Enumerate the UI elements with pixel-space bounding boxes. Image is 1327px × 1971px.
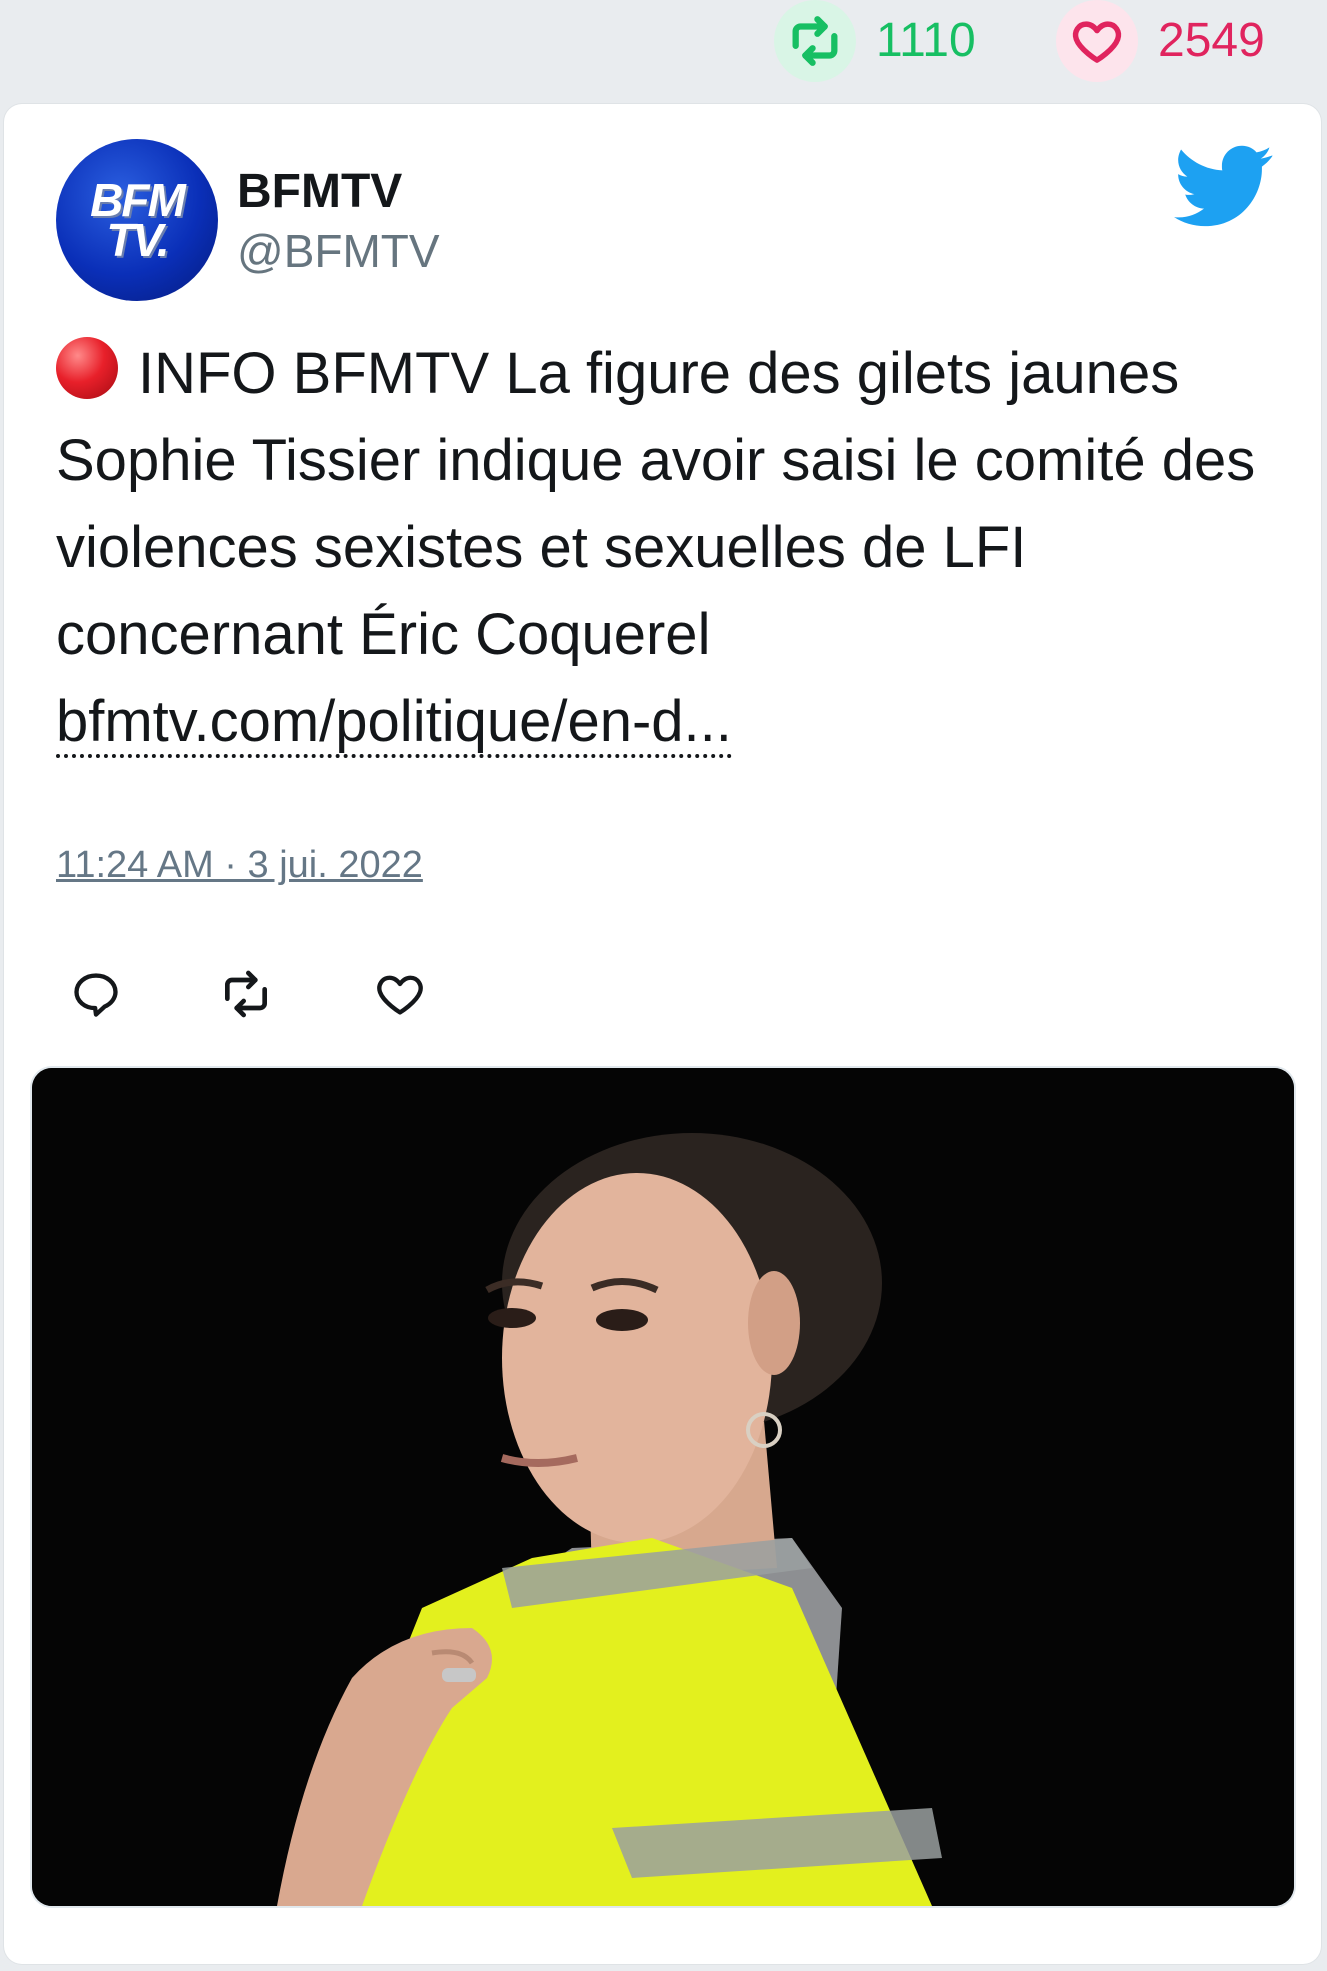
avatar-logo-line2: TV. <box>106 214 169 266</box>
avatar[interactable]: BFM TV. <box>56 139 218 301</box>
red-circle-icon <box>56 337 118 399</box>
retweet-stat[interactable]: 1110 <box>774 0 976 82</box>
tweet-timestamp[interactable]: 11:24 AM · 3 jui. 2022 <box>56 844 423 887</box>
stats-bar: 1110 2549 <box>0 0 1327 86</box>
retweet-action-icon[interactable] <box>206 954 286 1034</box>
tweet-text: INFO BFMTV La figure des gilets jaunes S… <box>56 330 1286 765</box>
article-link[interactable]: bfmtv.com/politique/en-d... <box>56 689 732 758</box>
reply-icon[interactable] <box>56 954 136 1034</box>
tweet-photo[interactable] <box>32 1068 1294 1906</box>
account-handle[interactable]: @BFMTV <box>237 224 440 278</box>
like-stat[interactable]: 2549 <box>1056 0 1265 82</box>
tweet-card: BFM TV. BFMTV @BFMTV INFO BFMTV La figur… <box>4 104 1321 1964</box>
retweet-icon[interactable] <box>774 0 856 82</box>
twitter-bird-icon[interactable] <box>1174 144 1274 230</box>
photo-illustration <box>32 1068 1294 1906</box>
account-name[interactable]: BFMTV <box>237 164 402 219</box>
like-count: 2549 <box>1158 14 1265 67</box>
retweet-count: 1110 <box>876 14 976 67</box>
heart-icon[interactable] <box>1056 0 1138 82</box>
tweet-body: INFO BFMTV La figure des gilets jaunes S… <box>56 341 1256 667</box>
like-icon[interactable] <box>360 954 440 1034</box>
